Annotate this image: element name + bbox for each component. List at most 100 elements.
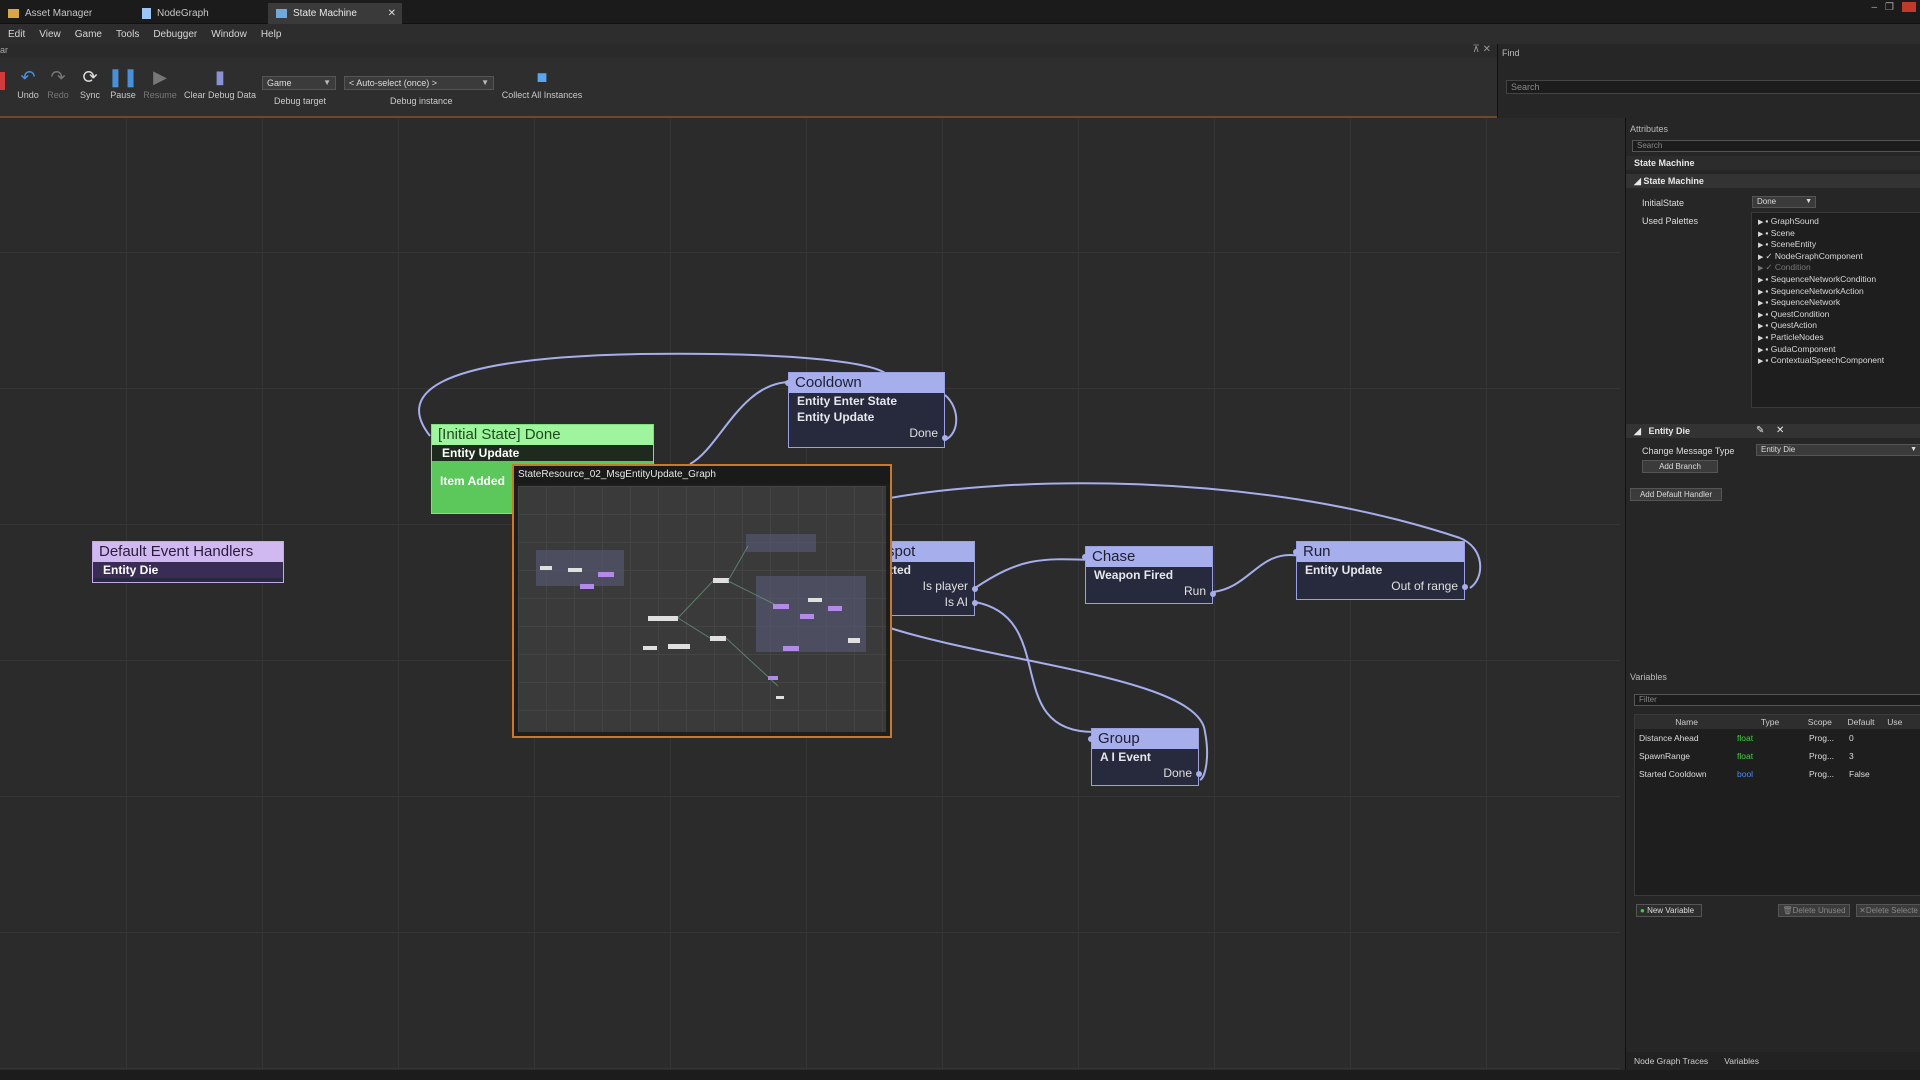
palette-item[interactable]: ▶ ▪ SequenceNetworkCondition <box>1758 274 1876 285</box>
initial-state-dropdown[interactable]: Done ▼ <box>1752 196 1816 208</box>
node-spot[interactable]: spot tted Is player Is AI <box>880 541 978 616</box>
delete-unused-button[interactable]: 🗑Delete Unused <box>1778 904 1850 917</box>
stop-icon[interactable] <box>0 72 5 90</box>
palette-item[interactable]: ▶ ▪ SequenceNetwork <box>1758 297 1840 308</box>
initial-state-label: InitialState <box>1642 198 1685 208</box>
node-title: Default Event Handlers <box>93 542 283 562</box>
restore-icon[interactable]: ❐ <box>1885 2 1894 13</box>
palette-item[interactable]: ▶ ▪ Scene <box>1758 228 1795 239</box>
find-search-input[interactable]: Search <box>1506 80 1920 94</box>
state-machine-icon <box>276 9 287 18</box>
palette-name: SceneEntity <box>1770 239 1817 250</box>
var-type: float <box>1737 733 1754 743</box>
palette-item[interactable]: ▶ ▪ ParticleNodes <box>1758 332 1824 343</box>
plus-circle-icon: ● <box>1640 906 1645 915</box>
menu-window[interactable]: Window <box>211 29 247 40</box>
palette-item[interactable]: ▶ ▪ SequenceNetworkAction <box>1758 286 1864 297</box>
subgraph-preview-popup[interactable]: StateResource_02_MsgEntityUpdate_Graph <box>512 464 892 738</box>
menu-view[interactable]: View <box>39 29 61 40</box>
search-placeholder: Search <box>1511 82 1540 92</box>
delete-icon[interactable]: ✕ <box>1776 424 1784 438</box>
cube-icon: ■ <box>536 67 548 87</box>
column-scope[interactable]: Scope <box>1804 715 1844 729</box>
palette-item[interactable]: ▶ ✓ NodeGraphComponent <box>1758 251 1863 262</box>
entity-die-section-header[interactable]: ◢ Entity Die ✎ ✕ <box>1626 424 1920 438</box>
folder-icon <box>8 9 19 18</box>
table-row[interactable]: Distance Ahead float Prog... 0 <box>1635 729 1920 747</box>
menu-debugger[interactable]: Debugger <box>153 29 197 40</box>
tab-asset-manager[interactable]: Asset Manager <box>0 3 134 24</box>
window-controls: – ❐ <box>1871 0 1920 14</box>
resume-button[interactable]: ▶ Resume <box>140 66 180 100</box>
state-machine-section-header[interactable]: ◢ State Machine <box>1626 174 1920 188</box>
debug-target-dropdown[interactable]: Game ▼ <box>262 76 336 90</box>
node-cooldown[interactable]: Cooldown Entity Enter State Entity Updat… <box>785 372 948 448</box>
change-message-type-dropdown[interactable]: Entity Die ▼ <box>1756 444 1920 456</box>
node-group[interactable]: Group A I Event Done <box>1088 728 1202 786</box>
palette-item[interactable]: ▶ ✓ Condition <box>1758 262 1811 273</box>
palette-name: SequenceNetworkAction <box>1770 285 1864 296</box>
column-use[interactable]: Use <box>1883 715 1920 729</box>
palette-item[interactable]: ▶ ▪ GudaComponent <box>1758 344 1835 355</box>
palette-item[interactable]: ▶ ▪ SceneEntity <box>1758 239 1816 250</box>
tab-variables[interactable]: Variables <box>1724 1056 1759 1066</box>
checkbox-checked-icon[interactable]: ✓ <box>1765 262 1774 272</box>
column-default[interactable]: Default <box>1844 715 1884 729</box>
input-port[interactable] <box>1293 549 1299 555</box>
palette-item[interactable]: ▶ ▪ GraphSound <box>1758 216 1819 227</box>
tab-nodegraph[interactable]: NodeGraph <box>134 3 268 24</box>
add-default-handler-button[interactable]: Add Default Handler <box>1630 488 1722 501</box>
subgraph-minimap <box>536 534 866 699</box>
redo-icon: ↷ <box>50 67 66 87</box>
node-output-done: Done <box>909 426 938 440</box>
button-label: Delete Unused <box>1792 906 1846 915</box>
palette-item[interactable]: ▶ ▪ QuestCondition <box>1758 309 1829 320</box>
table-row[interactable]: SpawnRange float Prog... 3 <box>1635 747 1920 765</box>
var-default: 0 <box>1849 733 1854 743</box>
node-chase[interactable]: Chase Weapon Fired Run <box>1082 546 1216 604</box>
menu-edit[interactable]: Edit <box>8 29 25 40</box>
collect-all-instances-button[interactable]: ■ Collect All Instances <box>502 66 583 100</box>
section-label: Entity Die <box>1648 426 1690 436</box>
output-port[interactable] <box>1462 584 1468 590</box>
minimize-icon[interactable]: – <box>1871 2 1877 13</box>
pin-close-icons[interactable]: ⊼ ✕ <box>1473 44 1491 55</box>
output-port[interactable] <box>1196 771 1202 777</box>
close-window-icon[interactable] <box>1902 2 1916 12</box>
close-tab-icon[interactable]: ✕ <box>388 8 396 19</box>
graph-canvas[interactable]: [Initial State] Done Entity Update Item … <box>0 118 1620 1070</box>
node-run[interactable]: Run Entity Update Out of range <box>1293 541 1468 600</box>
attributes-search-input[interactable]: Search <box>1632 140 1920 152</box>
tab-node-graph-traces[interactable]: Node Graph Traces <box>1634 1056 1708 1066</box>
node-event-entity-enter-state: Entity Enter State <box>797 394 898 408</box>
checkbox-checked-icon[interactable]: ✓ <box>1765 251 1774 261</box>
column-name[interactable]: Name <box>1635 715 1734 729</box>
pause-button[interactable]: ❚❚ Pause <box>103 66 143 100</box>
column-type[interactable]: Type <box>1734 715 1804 729</box>
variables-filter-input[interactable]: Filter <box>1634 694 1920 706</box>
table-row[interactable]: Started Cooldown bool Prog... False <box>1635 765 1920 783</box>
node-event-entity-update: Entity Update <box>797 410 875 424</box>
add-branch-button[interactable]: Add Branch <box>1642 460 1718 473</box>
delete-selected-button[interactable]: ✕Delete Selecte <box>1856 904 1920 917</box>
new-variable-button[interactable]: ● New Variable <box>1636 904 1702 917</box>
palette-item[interactable]: ▶ ▪ ContextualSpeechComponent <box>1758 355 1884 366</box>
node-default-event-handlers[interactable]: Default Event Handlers Entity Die <box>92 541 284 583</box>
menu-game[interactable]: Game <box>75 29 102 40</box>
output-port[interactable] <box>942 435 948 441</box>
debug-instance-dropdown[interactable]: < Auto-select (once) > ▼ <box>344 76 494 90</box>
edit-icon[interactable]: ✎ <box>1756 424 1764 438</box>
menu-tools[interactable]: Tools <box>116 29 139 40</box>
table-header: Name Type Scope Default Use <box>1635 715 1920 729</box>
tab-state-machine[interactable]: State Machine ✕ <box>268 3 402 24</box>
input-port[interactable] <box>1088 736 1094 742</box>
input-port[interactable] <box>1082 554 1088 560</box>
node-title: spot <box>881 542 974 562</box>
palette-item[interactable]: ▶ ▪ QuestAction <box>1758 320 1817 331</box>
output-port[interactable] <box>972 586 978 592</box>
output-port[interactable] <box>1210 591 1216 597</box>
clear-debug-data-button[interactable]: ▮ Clear Debug Data <box>184 66 256 100</box>
menu-help[interactable]: Help <box>261 29 282 40</box>
output-port[interactable] <box>972 600 978 606</box>
input-port[interactable] <box>785 380 791 386</box>
